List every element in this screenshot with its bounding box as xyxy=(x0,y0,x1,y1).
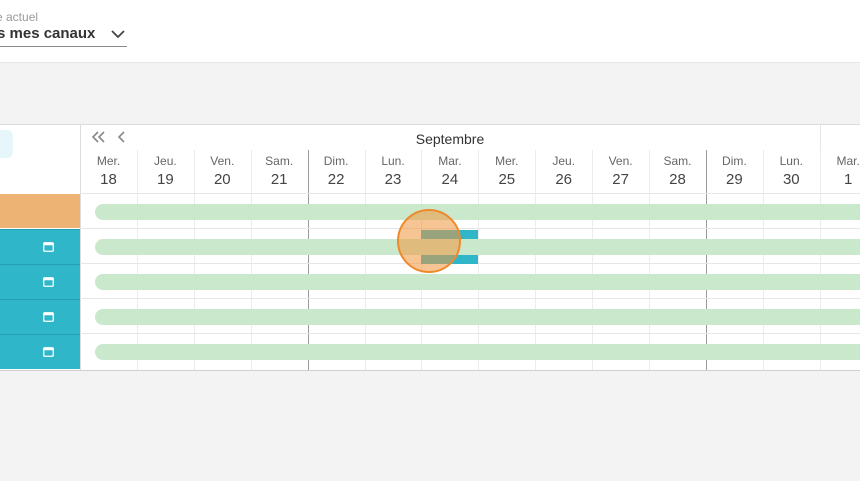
day-date: 29 xyxy=(726,171,743,188)
day-name: Sam. xyxy=(265,154,294,168)
rooms-filter-button[interactable] xyxy=(0,130,13,158)
availability-bar[interactable] xyxy=(95,344,860,360)
day-header: Sam. 21 xyxy=(251,154,308,189)
day-date: 1 xyxy=(844,171,853,188)
row-divider xyxy=(80,228,860,229)
day-name: Lun. xyxy=(381,154,405,168)
day-name: Mer. xyxy=(495,154,519,168)
day-date: 25 xyxy=(498,171,516,188)
day-header: Dim. 22 xyxy=(308,154,365,189)
channel-select-label: e actuel xyxy=(0,10,39,24)
day-header: Mar. 1 xyxy=(820,154,860,189)
room-row[interactable] xyxy=(0,264,80,299)
calendar-icon[interactable] xyxy=(43,276,54,287)
calendar-icon[interactable] xyxy=(43,241,54,252)
availability-bar[interactable] xyxy=(95,309,860,325)
month-divider xyxy=(820,125,821,150)
day-header: Jeu. 26 xyxy=(535,154,592,189)
calendar-icon[interactable] xyxy=(43,346,54,357)
day-header: Mar. 24 xyxy=(421,154,478,189)
cursor-highlight xyxy=(397,209,461,273)
day-divider xyxy=(137,150,138,370)
room-row-group[interactable] xyxy=(0,194,80,228)
row-divider xyxy=(80,298,860,299)
day-name: Dim. xyxy=(722,154,747,168)
day-date: 24 xyxy=(441,171,459,188)
day-date: 30 xyxy=(782,171,800,188)
week-divider xyxy=(308,150,309,370)
day-header: Ven. 20 xyxy=(194,154,251,189)
day-divider xyxy=(535,150,536,370)
day-divider xyxy=(649,150,650,370)
day-date: 23 xyxy=(384,171,402,188)
day-name: Sam. xyxy=(663,154,692,168)
day-header: Lun. 23 xyxy=(365,154,422,189)
day-date: 18 xyxy=(100,171,117,188)
day-date: 22 xyxy=(327,171,345,188)
day-name: Mar. xyxy=(836,154,860,168)
day-divider xyxy=(820,150,821,370)
channel-select-underline xyxy=(0,46,127,47)
availability-bar[interactable] xyxy=(95,239,860,255)
day-header: Sam. 28 xyxy=(649,154,706,189)
day-name: Mar. xyxy=(438,154,462,168)
day-name: Jeu. xyxy=(552,154,576,168)
day-divider xyxy=(194,150,195,370)
day-name: Ven. xyxy=(210,154,235,168)
top-header: e actuel s mes canaux xyxy=(0,0,860,63)
day-divider xyxy=(478,150,479,370)
day-header: Jeu. 19 xyxy=(137,154,194,189)
channel-select-value[interactable]: s mes canaux xyxy=(0,25,95,42)
day-divider xyxy=(365,150,366,370)
availability-bar[interactable] xyxy=(95,274,860,290)
chevron-down-icon[interactable] xyxy=(110,28,126,40)
room-row[interactable] xyxy=(0,229,80,264)
room-row[interactable] xyxy=(0,299,80,334)
day-header: Dim. 29 xyxy=(706,154,763,189)
day-header: Mer. 18 xyxy=(80,154,137,189)
day-divider xyxy=(251,150,252,370)
day-header: Lun. 30 xyxy=(763,154,820,189)
day-name: Ven. xyxy=(608,154,633,168)
day-date: 26 xyxy=(555,171,573,188)
day-header: Ven. 27 xyxy=(592,154,649,189)
day-name: Lun. xyxy=(779,154,803,168)
day-name: Dim. xyxy=(323,154,349,168)
day-date: 20 xyxy=(213,171,231,188)
day-date: 19 xyxy=(157,171,174,188)
row-divider xyxy=(80,193,860,194)
calendar-icon[interactable] xyxy=(43,311,54,322)
day-header: Mer. 25 xyxy=(478,154,535,189)
day-name: Jeu. xyxy=(154,154,177,168)
room-row[interactable] xyxy=(0,334,80,369)
day-date: 21 xyxy=(270,171,288,188)
day-name: Mer. xyxy=(96,154,121,168)
day-divider xyxy=(592,150,593,370)
availability-bar[interactable] xyxy=(95,204,860,220)
month-title: Septembre xyxy=(415,131,485,147)
week-divider xyxy=(706,150,707,370)
rooms-column xyxy=(0,125,81,370)
day-date: 27 xyxy=(612,171,629,188)
row-divider xyxy=(80,333,860,334)
day-date: 28 xyxy=(669,171,686,188)
day-divider xyxy=(763,150,764,370)
